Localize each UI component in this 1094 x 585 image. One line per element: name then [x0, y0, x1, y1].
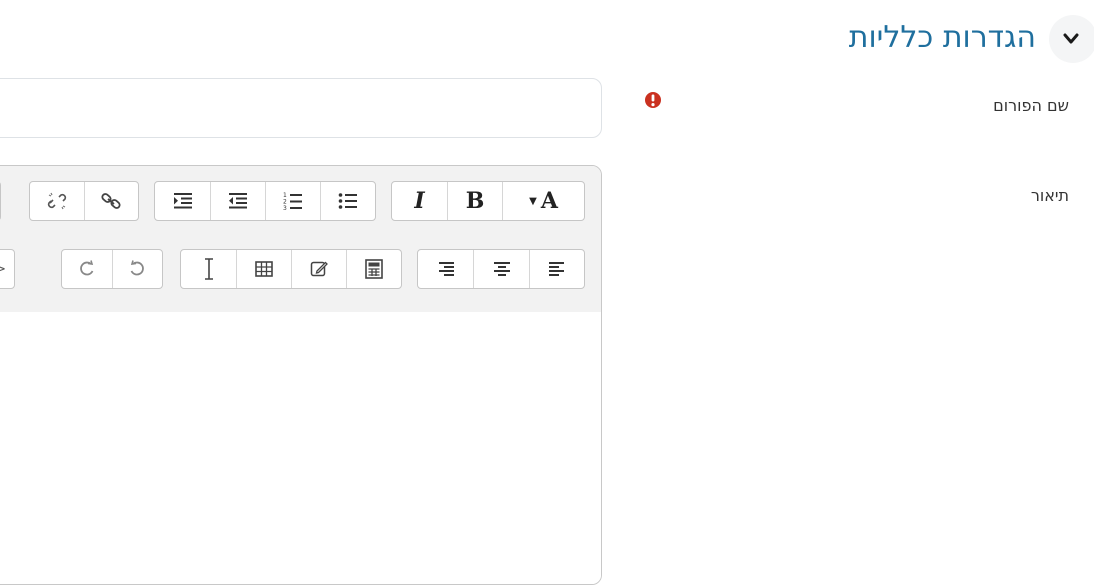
- toolbar-group-align: [417, 249, 585, 289]
- align-right-button[interactable]: [418, 250, 473, 288]
- italic-icon: I: [414, 188, 425, 214]
- calculator-button[interactable]: [346, 250, 401, 288]
- description-editor[interactable]: 1 2 3 I B ▼ A: [0, 165, 602, 585]
- numbered-list-icon: 1 2 3: [283, 192, 302, 211]
- section-collapse-toggle[interactable]: [1049, 15, 1094, 63]
- text-cursor-icon: [204, 258, 213, 280]
- font-color-button[interactable]: ▼ A: [502, 182, 584, 220]
- redo-button[interactable]: [62, 250, 112, 288]
- undo-button[interactable]: [111, 250, 162, 288]
- bullet-list-icon: [338, 193, 357, 209]
- bold-icon: B: [465, 188, 485, 214]
- accessibility-checker-button[interactable]: [181, 250, 236, 288]
- svg-text:3: 3: [283, 205, 287, 211]
- forum-name-label: שם הפורום: [993, 96, 1069, 115]
- align-center-icon: [493, 262, 510, 276]
- undo-icon: [131, 260, 145, 276]
- edit-icon: [310, 261, 328, 277]
- toolbar-group-insert: [180, 249, 402, 289]
- html-button[interactable]: />: [0, 250, 14, 288]
- outdent-button[interactable]: [210, 182, 265, 220]
- numbered-list-button[interactable]: 1 2 3: [265, 182, 320, 220]
- html-icon: />: [0, 262, 6, 277]
- caret-down-icon: ▼: [529, 195, 537, 207]
- toolbar-group-partial: [0, 181, 1, 221]
- calculator-icon: [365, 259, 383, 279]
- unlink-button[interactable]: [30, 182, 84, 220]
- required-exclamation-icon: [645, 92, 661, 108]
- toolbar-group-lists: 1 2 3: [154, 181, 376, 221]
- indent-icon: [173, 193, 192, 209]
- bullet-list-button[interactable]: [320, 182, 375, 220]
- table-icon: [255, 261, 273, 277]
- chevron-down-icon: [1063, 33, 1079, 44]
- editor-content-area[interactable]: [0, 312, 601, 584]
- font-color-icon: A: [540, 188, 558, 214]
- align-right-icon: [438, 262, 454, 276]
- redo-icon: [80, 260, 94, 276]
- section-title[interactable]: הגדרות כלליות: [849, 18, 1036, 58]
- toolbar-group-format: I B ▼ A: [391, 181, 585, 221]
- toolbar-group-history: [61, 249, 163, 289]
- description-label: תיאור: [1030, 186, 1069, 205]
- link-button[interactable]: [83, 182, 138, 220]
- editor-toolbar: 1 2 3 I B ▼ A: [0, 166, 601, 313]
- align-left-button[interactable]: [528, 250, 584, 288]
- table-button[interactable]: [236, 250, 291, 288]
- indent-button[interactable]: [155, 182, 210, 220]
- toolbar-group-links: [29, 181, 139, 221]
- forum-name-input[interactable]: [0, 78, 602, 138]
- align-center-button[interactable]: [473, 250, 528, 288]
- italic-button[interactable]: I: [392, 182, 447, 220]
- bold-button[interactable]: B: [447, 182, 502, 220]
- unlink-icon: [47, 192, 67, 210]
- outdent-icon: [229, 193, 247, 209]
- toolbar-group-html: />: [0, 249, 15, 289]
- edit-button[interactable]: [291, 250, 346, 288]
- link-icon: [101, 193, 122, 209]
- align-left-icon: [548, 262, 564, 276]
